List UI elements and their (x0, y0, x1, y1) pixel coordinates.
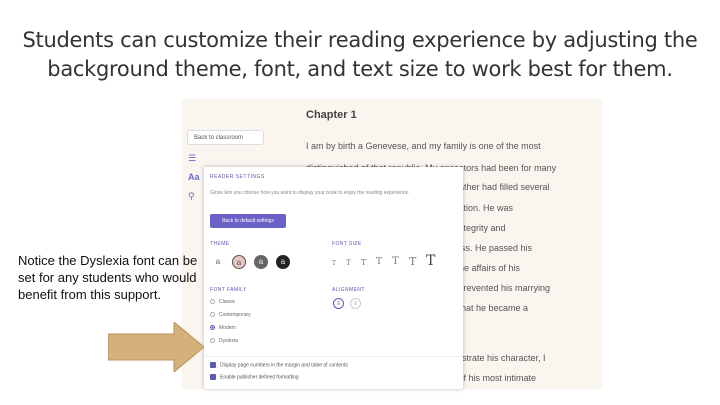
book-text-line: I am by birth a Genevese, and my family … (306, 141, 541, 151)
reader-settings-title: READER SETTINGS (210, 174, 265, 180)
book-text-line: r father had filled several (451, 182, 550, 192)
back-to-classroom-button[interactable]: Back to classroom (187, 130, 264, 145)
font-size-option[interactable]: T (332, 260, 336, 267)
align-left-icon[interactable]: ≡ (333, 298, 344, 309)
list-icon[interactable]: ☰ (188, 153, 196, 164)
font-family-option-classic[interactable]: Classic (210, 299, 235, 305)
radio-selected-icon[interactable] (210, 325, 215, 331)
font-size-option[interactable]: T (346, 259, 351, 267)
font-family-option-contemporary[interactable]: Contemporary (210, 312, 251, 318)
checkbox-checked-icon[interactable] (210, 362, 216, 368)
theme-white[interactable]: a (211, 255, 225, 269)
theme-sepia[interactable]: a (232, 255, 246, 269)
font-icon[interactable]: Aa (188, 172, 200, 182)
reader-settings-panel: READER SETTINGS Glose lets you choose ho… (204, 167, 463, 389)
radio-icon[interactable] (210, 338, 215, 344)
divider (204, 356, 463, 357)
font-size-option[interactable]: T (361, 258, 366, 267)
align-justify-icon[interactable]: ≡ (350, 298, 361, 309)
font-size-option[interactable]: T (376, 257, 382, 267)
radio-icon[interactable] (210, 312, 215, 318)
book-text-line: e of his most intimate (451, 373, 537, 383)
font-family-label: FONT FAMILY (210, 287, 247, 293)
page-numbers-checkbox[interactable]: Display page numbers in the margin and t… (210, 362, 348, 368)
font-size-label: FONT SIZE (332, 241, 362, 247)
alignment-label: ALIGNMENT (332, 287, 365, 293)
font-size-option[interactable]: T (392, 256, 399, 267)
right-arrow-icon (108, 322, 204, 372)
font-family-option-dyslexia[interactable]: Dyslexia (210, 338, 238, 344)
font-size-option-selected[interactable]: T (426, 253, 435, 269)
theme-gray[interactable]: a (254, 255, 268, 269)
back-to-default-settings-button[interactable]: Back to default settings (210, 214, 286, 228)
chapter-title: Chapter 1 (306, 109, 357, 121)
reader-settings-description: Glose lets you choose how you want to di… (210, 190, 410, 196)
theme-dark[interactable]: a (276, 255, 290, 269)
radio-icon[interactable] (210, 299, 215, 305)
font-family-option-modern[interactable]: Modern (210, 325, 236, 331)
search-icon[interactable]: ⚲ (188, 191, 195, 202)
publisher-formatting-checkbox[interactable]: Enable publisher defined formatting (210, 374, 299, 380)
checkbox-checked-icon[interactable] (210, 374, 216, 380)
slide-title: Students can customize their reading exp… (22, 28, 698, 81)
dyslexia-note: Notice the Dyslexia font can be set for … (18, 253, 198, 302)
theme-label: THEME (210, 241, 230, 247)
book-text-line: ness. He passed his (451, 243, 533, 253)
font-size-option[interactable]: T (409, 255, 416, 268)
book-text-line: illustrate his character, I (451, 353, 546, 363)
book-text-line: d prevented his marrying (451, 283, 551, 293)
